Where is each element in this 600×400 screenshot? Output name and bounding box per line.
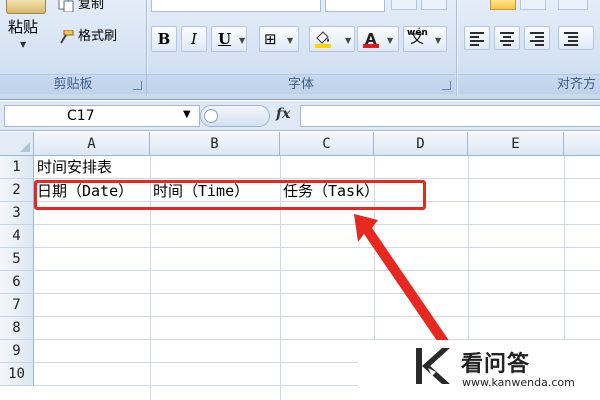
- orientation-button[interactable]: [558, 0, 588, 10]
- copy-button[interactable]: 复制: [58, 0, 104, 16]
- font-color-dropdown-icon[interactable]: ▼: [387, 36, 393, 45]
- format-painter-button[interactable]: 格式刷: [58, 26, 117, 48]
- column-header-f[interactable]: [564, 132, 600, 156]
- row-header-5[interactable]: 5: [0, 248, 34, 271]
- font-group-title: 字体: [147, 74, 455, 94]
- clipboard-group: 粘贴 ▼ 复制 格式刷 剪贴板: [0, 0, 146, 96]
- table-row[interactable]: [34, 248, 600, 271]
- ribbon: 粘贴 ▼ 复制 格式刷 剪贴板 B I U ▼ ⊞ ▼ ▼ A ▼ wén 文 …: [0, 0, 600, 100]
- column-header-b[interactable]: B: [150, 132, 280, 156]
- watermark: 看问答 www.kanwenda.com: [358, 340, 600, 400]
- top-align-button[interactable]: [490, 0, 516, 10]
- paste-button[interactable]: 粘贴: [8, 16, 38, 37]
- select-all-button[interactable]: [0, 132, 34, 156]
- indent-button[interactable]: [558, 26, 594, 50]
- watermark-url: www.kanwenda.com: [462, 376, 575, 389]
- table-row[interactable]: [34, 271, 600, 294]
- font-launcher-icon[interactable]: [442, 81, 451, 90]
- row-header-1[interactable]: 1: [0, 156, 34, 179]
- border-dropdown-icon[interactable]: ▼: [287, 36, 293, 45]
- underline-dropdown-icon[interactable]: ▼: [239, 36, 245, 45]
- annotation-arrow: [354, 214, 450, 348]
- clipboard-group-title: 剪贴板: [0, 74, 146, 94]
- row-header-4[interactable]: 4: [0, 225, 34, 248]
- column-header-d[interactable]: D: [374, 132, 468, 156]
- insert-function-button[interactable]: fx: [276, 106, 290, 122]
- row-header-7[interactable]: 7: [0, 294, 34, 317]
- underline-label: U: [218, 30, 232, 48]
- formula-bar: C17 ▼ fx: [0, 101, 600, 131]
- phonetic-dropdown-icon[interactable]: ▼: [435, 36, 441, 45]
- row-header-6[interactable]: 6: [0, 271, 34, 294]
- formula-input[interactable]: [300, 105, 600, 127]
- table-row[interactable]: [34, 294, 600, 317]
- middle-align-button[interactable]: [520, 0, 546, 10]
- table-row[interactable]: [34, 156, 600, 179]
- row-header-9[interactable]: 9: [0, 340, 34, 363]
- paste-icon[interactable]: [6, 0, 46, 14]
- alignment-group: 对齐方: [458, 0, 600, 96]
- font-size-select[interactable]: [325, 0, 385, 12]
- align-center-button[interactable]: [494, 26, 520, 50]
- table-row[interactable]: [34, 225, 600, 248]
- alignment-group-title: 对齐方: [458, 74, 600, 94]
- italic-button[interactable]: I: [181, 26, 207, 52]
- row-header-3[interactable]: 3: [0, 202, 34, 225]
- name-box-dropdown-icon[interactable]: ▼: [183, 109, 191, 120]
- column-header-a[interactable]: A: [34, 132, 150, 156]
- fill-color-dropdown-icon[interactable]: ▼: [345, 36, 351, 45]
- watermark-logo: [416, 348, 450, 384]
- column-header-c[interactable]: C: [280, 132, 374, 156]
- paste-dropdown-icon[interactable]: ▼: [20, 40, 26, 49]
- phonetic-char-label: 文: [410, 31, 424, 47]
- name-box[interactable]: C17: [4, 105, 200, 127]
- font-name-select[interactable]: [151, 0, 321, 12]
- table-row[interactable]: [34, 317, 600, 340]
- format-painter-icon: [60, 30, 74, 44]
- copy-icon: [58, 0, 74, 12]
- copy-label: 复制: [78, 0, 105, 12]
- format-painter-label: 格式刷: [78, 29, 118, 44]
- watermark-title: 看问答: [461, 352, 531, 377]
- row-header-2[interactable]: 2: [0, 179, 34, 202]
- row-header-8[interactable]: 8: [0, 317, 34, 340]
- align-left-button[interactable]: [464, 26, 490, 50]
- cell-a1[interactable]: 时间安排表: [34, 156, 112, 179]
- font-color-swatch: [363, 44, 379, 48]
- font-group: B I U ▼ ⊞ ▼ ▼ A ▼ wén 文 ▼ 字体: [147, 0, 455, 96]
- shrink-font-button[interactable]: [421, 0, 447, 10]
- grow-font-button[interactable]: [391, 0, 417, 10]
- row-header-10[interactable]: 10: [0, 363, 34, 386]
- formula-bar-resize-handle[interactable]: [200, 105, 270, 127]
- group-divider: [456, 0, 457, 96]
- border-icon: ⊞: [264, 30, 277, 48]
- fill-color-swatch: [315, 44, 331, 48]
- column-header-e[interactable]: E: [468, 132, 564, 156]
- clipboard-launcher-icon[interactable]: [133, 81, 142, 90]
- bold-button[interactable]: B: [151, 26, 177, 52]
- align-right-button[interactable]: [524, 26, 550, 50]
- resize-knob-icon: [204, 109, 218, 123]
